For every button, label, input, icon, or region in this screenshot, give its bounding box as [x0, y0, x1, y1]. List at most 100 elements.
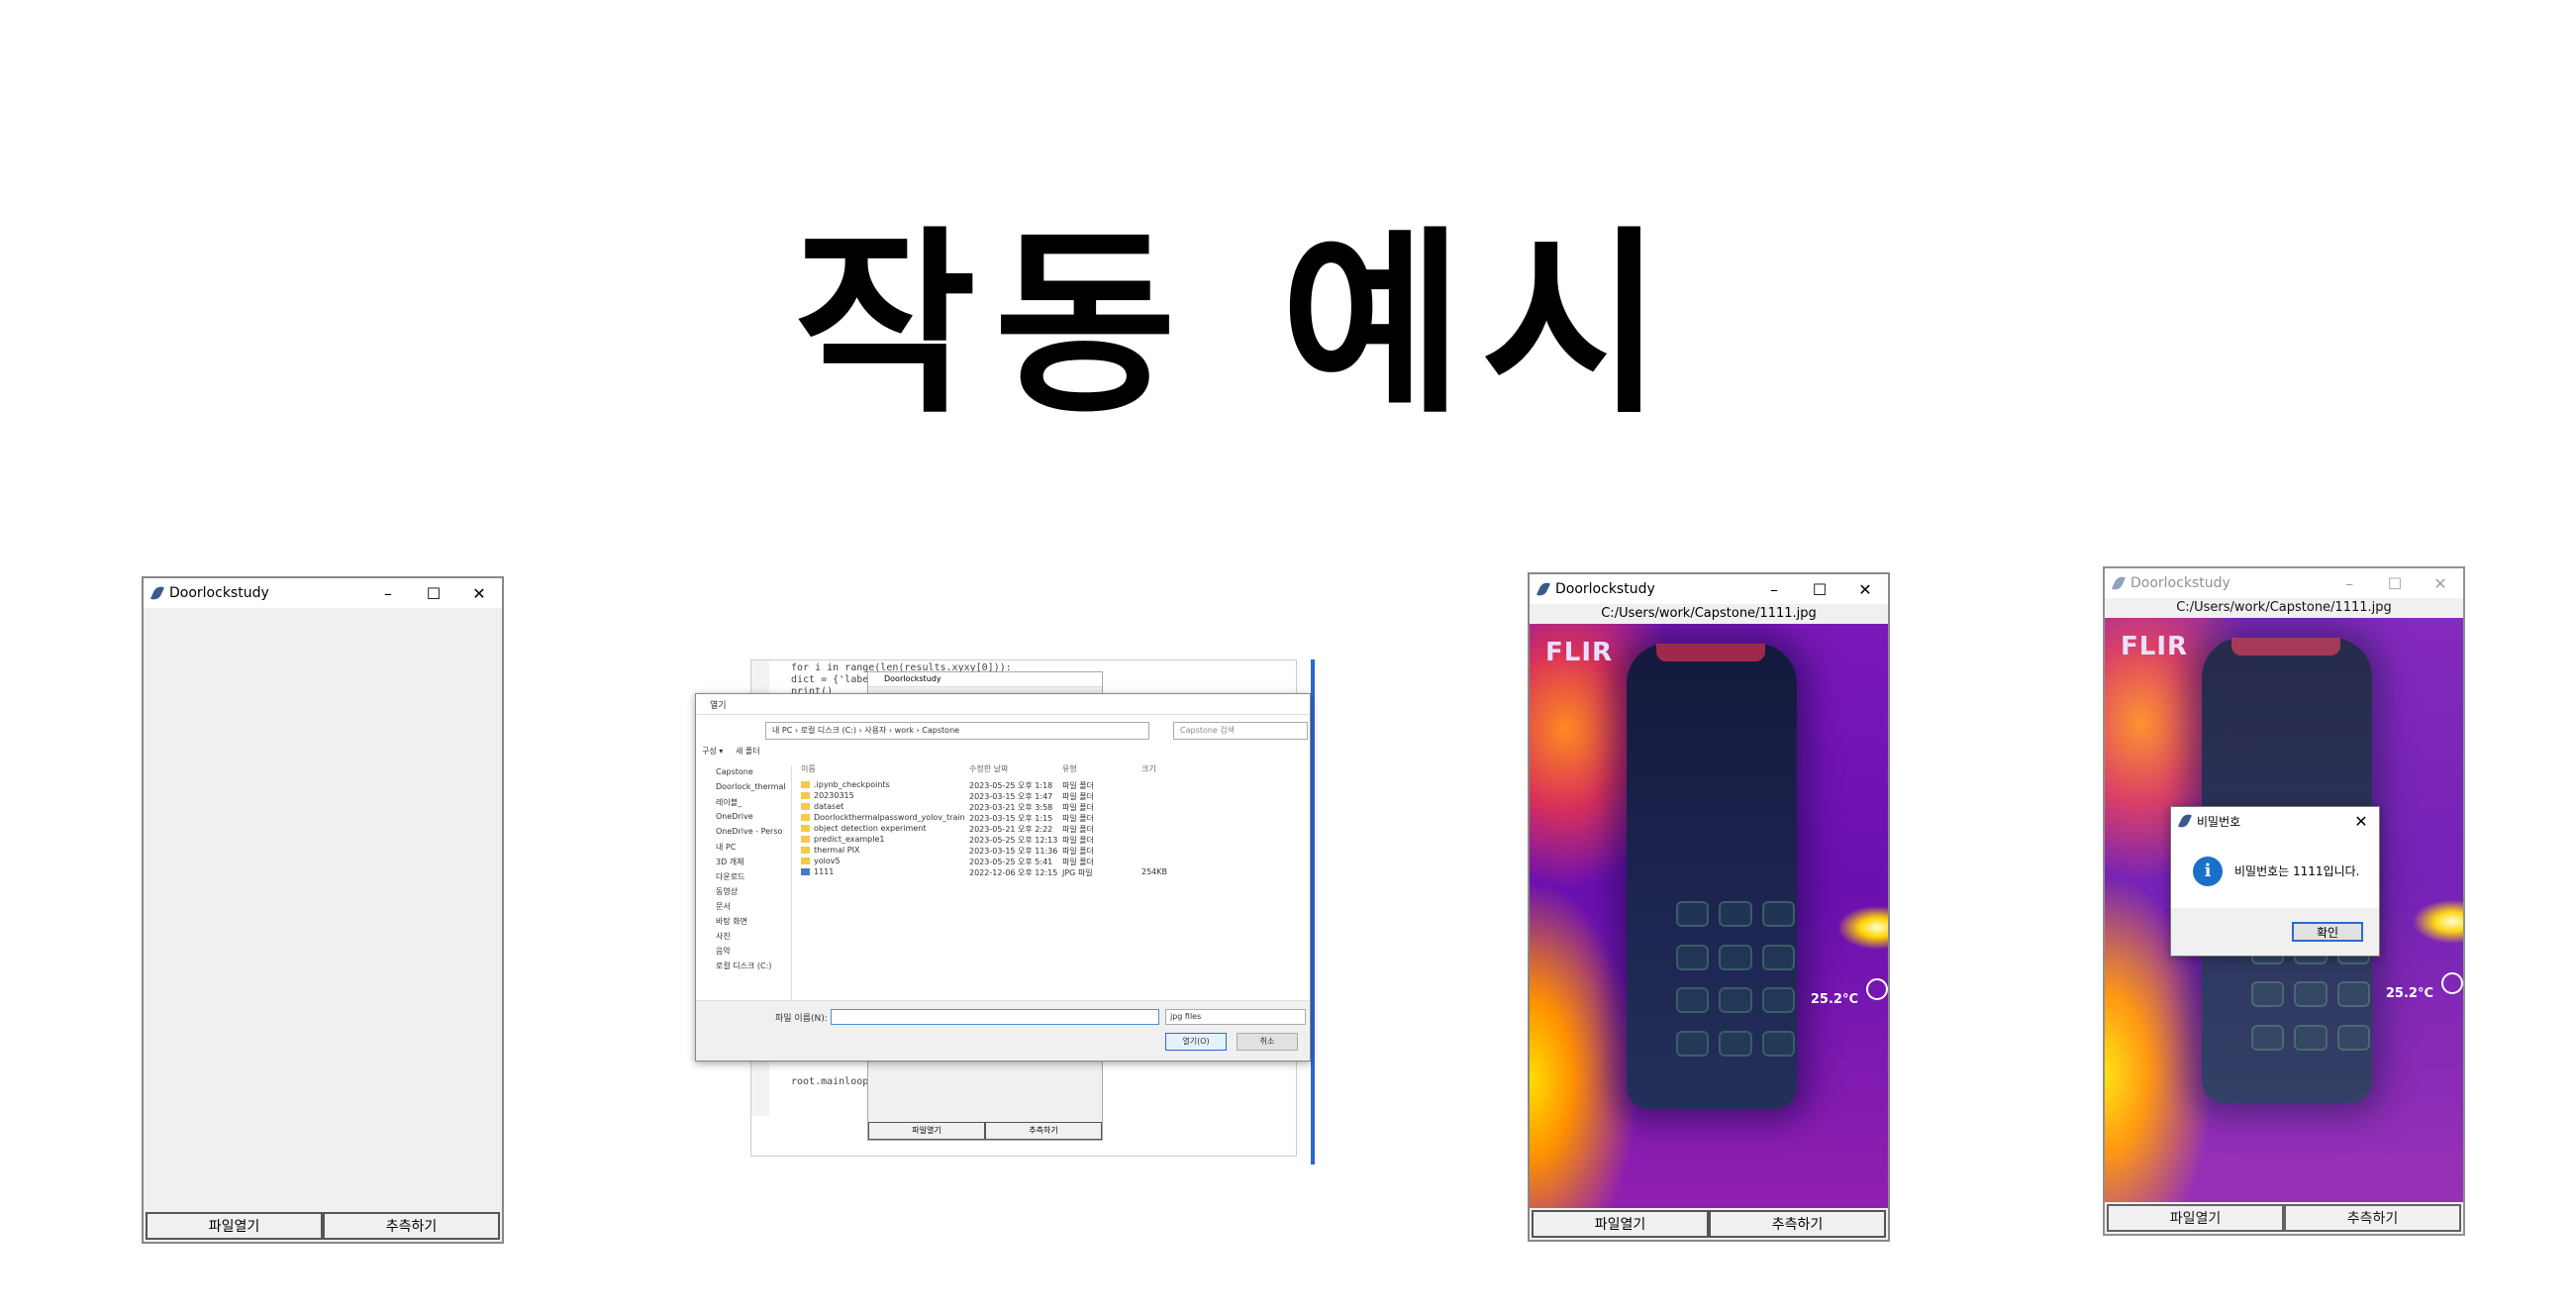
nav-item[interactable]: 음악	[696, 944, 791, 959]
close-button[interactable]: ✕	[2343, 807, 2379, 835]
nav-item[interactable]: 문서	[696, 899, 791, 914]
file-type: 파일 폴더	[1062, 858, 1094, 866]
maximize-button[interactable]: ☐	[1797, 574, 1842, 604]
nav-item[interactable]: 내 PC	[696, 840, 791, 855]
dialog-open-button[interactable]: 열기(O)	[1165, 1033, 1227, 1051]
nav-item[interactable]: 동영상	[696, 884, 791, 899]
file-date: 2023-03-15 오후 11:36	[969, 847, 1058, 856]
window-titlebar: Doorlockstudy – ☐ ✕	[144, 578, 502, 608]
file-type: JPG 파일	[1062, 868, 1093, 877]
file-type: 파일 폴더	[1062, 814, 1094, 823]
file-row[interactable]: object detection experiment 2023-05-21 오후…	[801, 824, 1296, 835]
extract-button[interactable]: 추측하기	[2284, 1204, 2461, 1232]
column-size[interactable]: 크기	[1141, 763, 1201, 774]
dialog-cancel-button[interactable]: 취소	[1237, 1033, 1298, 1051]
message-box-titlebar: 비밀번호 ✕	[2171, 807, 2379, 835]
extract-button[interactable]: 추측하기	[323, 1212, 500, 1240]
keypad-key	[1676, 901, 1710, 927]
column-name[interactable]: 이름	[801, 763, 969, 774]
file-type: 파일 폴더	[1062, 836, 1094, 845]
file-size	[1141, 813, 1201, 824]
file-name: Doorlockthermalpassword_yolov_train	[814, 813, 965, 822]
filetype-select[interactable]: jpg files	[1165, 1009, 1306, 1025]
nav-item[interactable]: OneDrive - Perso	[696, 825, 791, 840]
folder-icon	[801, 792, 810, 799]
column-date[interactable]: 수정한 날짜	[969, 763, 1062, 774]
new-folder-button[interactable]: 새 폴더	[736, 747, 760, 756]
file-row[interactable]: .ipynb_checkpoints 2023-05-25 오후 1:18 파일 폴…	[801, 780, 1296, 791]
filename-input[interactable]	[831, 1009, 1159, 1025]
window-edge	[1311, 659, 1315, 1164]
flir-logo: FLIR	[2121, 632, 2189, 661]
file-row[interactable]: dataset 2023-03-21 오후 3:58 파일 폴더	[801, 802, 1296, 813]
column-type[interactable]: 유형	[1062, 763, 1141, 774]
extract-button[interactable]: 추측하기	[1709, 1210, 1886, 1238]
organize-button[interactable]: 구성 ▾	[702, 747, 723, 756]
temperature-readout: 25.2°C	[1810, 992, 1858, 1007]
minimize-button[interactable]: –	[1751, 574, 1797, 604]
file-row[interactable]: thermal PIX 2023-03-15 오후 11:36 파일 폴더	[801, 846, 1296, 857]
file-date: 2023-05-21 오후 2:22	[969, 825, 1053, 834]
window-title: Doorlockstudy	[169, 585, 269, 601]
keypad-key	[1719, 1030, 1752, 1057]
file-row[interactable]: 20230315 2023-03-15 오후 1:47 파일 폴더	[801, 791, 1296, 802]
file-row[interactable]: 1111 2022-12-06 오후 12:15 JPG 파일 254KB	[801, 867, 1296, 878]
file-size	[1141, 802, 1201, 813]
open-file-button[interactable]: 파일열기	[1532, 1210, 1709, 1238]
open-file-button[interactable]: 파일열기	[2107, 1204, 2284, 1232]
file-date: 2023-05-25 오후 5:41	[969, 858, 1053, 866]
keypad-key	[2294, 1024, 2328, 1051]
nav-item[interactable]: 다운로드	[696, 869, 791, 884]
nav-item[interactable]: 레이블_	[696, 795, 791, 810]
maximize-button[interactable]: ☐	[411, 578, 456, 608]
nav-item[interactable]: Capstone	[696, 765, 791, 780]
message-box-title: 비밀번호	[2197, 814, 2241, 829]
address-bar[interactable]: 내 PC › 로컬 디스크 (C:) › 사용자 › work › Capsto…	[765, 722, 1149, 740]
bg-open-file-button[interactable]: 파일열기	[868, 1122, 985, 1140]
file-date: 2023-05-25 오후 12:13	[969, 836, 1058, 845]
folder-icon	[801, 825, 810, 832]
close-button[interactable]: ✕	[456, 578, 502, 608]
message-box-body: i 비밀번호는 1111입니다.	[2171, 835, 2379, 908]
bg-extract-button[interactable]: 추측하기	[985, 1122, 1102, 1140]
file-row[interactable]: predict_example1 2023-05-25 오후 12:13 파일 폴더	[801, 835, 1296, 846]
keypad	[1676, 901, 1795, 1060]
ok-button[interactable]: 확인	[2292, 922, 2363, 942]
message-text: 비밀번호는 1111입니다.	[2234, 864, 2360, 878]
nav-item[interactable]: 3D 개체	[696, 855, 791, 869]
folder-icon	[801, 803, 810, 810]
folder-icon	[801, 781, 810, 788]
image-path-label: C:/Users/work/Capstone/1111.jpg	[2105, 598, 2463, 618]
nav-item[interactable]: 로컬 디스크 (C:)	[696, 959, 791, 973]
open-file-button[interactable]: 파일열기	[146, 1212, 323, 1240]
crosshair-icon	[2441, 972, 2463, 994]
nav-item[interactable]: OneDrive	[696, 810, 791, 825]
temperature-readout: 25.2°C	[2385, 986, 2433, 1001]
app-feather-icon	[2111, 574, 2127, 592]
file-row[interactable]: Doorlockthermalpassword_yolov_train 2023-…	[801, 813, 1296, 824]
keypad-key	[1761, 901, 1795, 927]
nav-item[interactable]: 바탕 화면	[696, 914, 791, 929]
file-row[interactable]: yolov5 2023-05-25 오후 5:41 파일 폴더	[801, 857, 1296, 867]
navigation-pane: Capstone Doorlock_thermal 레이블_ OneDrive …	[696, 765, 792, 1003]
close-button[interactable]: ✕	[2418, 568, 2463, 598]
file-name: dataset	[814, 802, 844, 811]
keypad-key	[1761, 987, 1795, 1013]
nav-item[interactable]: 사진	[696, 929, 791, 944]
file-type: 파일 폴더	[1062, 825, 1094, 834]
filename-label: 파일 이름(N):	[775, 1014, 828, 1024]
minimize-button[interactable]: –	[2327, 568, 2372, 598]
file-name: .ipynb_checkpoints	[814, 780, 890, 789]
window-title: Doorlockstudy	[1555, 581, 1655, 597]
dialog-footer: 파일 이름(N): jpg files 열기(O) 취소	[696, 1000, 1310, 1061]
minimize-button[interactable]: –	[365, 578, 411, 608]
maximize-button[interactable]: ☐	[2372, 568, 2418, 598]
nav-item[interactable]: Doorlock_thermal	[696, 780, 791, 795]
file-date: 2023-03-21 오후 3:58	[969, 803, 1053, 812]
file-date: 2023-03-15 오후 1:47	[969, 792, 1053, 801]
close-button[interactable]: ✕	[1842, 574, 1888, 604]
dialog-toolbar: 구성 ▾ 새 폴더	[702, 746, 760, 757]
search-input[interactable]: Capstone 검색	[1173, 722, 1308, 740]
file-type: 파일 폴더	[1062, 847, 1094, 856]
file-name: 20230315	[814, 791, 854, 800]
